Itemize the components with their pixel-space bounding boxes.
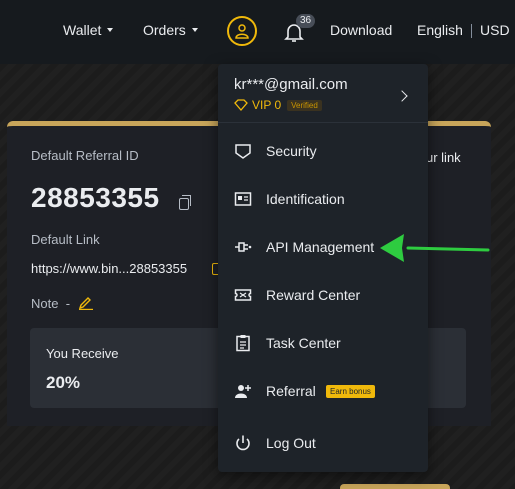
nav-divider: [471, 24, 472, 38]
download-label: Download: [330, 22, 393, 38]
menu-item-label: Referral: [266, 383, 316, 399]
note-label: Note -: [31, 296, 71, 311]
currency-selector[interactable]: USD: [480, 22, 510, 38]
copy-id-icon[interactable]: [179, 195, 191, 210]
top-nav-bar: Wallet Orders 36 Download English USD: [0, 0, 515, 64]
orders-label: Orders: [143, 22, 186, 38]
wallet-menu[interactable]: Wallet: [63, 22, 114, 38]
note-value: -: [65, 296, 71, 311]
orders-menu[interactable]: Orders: [143, 22, 198, 38]
currency-label: USD: [480, 22, 510, 38]
menu-item-task-center[interactable]: Task Center: [218, 323, 428, 363]
account-email: kr***@gmail.com: [234, 76, 348, 93]
menu-item-identification[interactable]: Identification: [218, 179, 428, 219]
default-referral-id-label: Default Referral ID: [31, 148, 139, 163]
wallet-label: Wallet: [63, 22, 102, 38]
menu-item-reward-center[interactable]: Reward Center: [218, 275, 428, 315]
user-avatar-button[interactable]: [227, 16, 257, 46]
menu-item-security[interactable]: Security: [218, 131, 428, 171]
notification-badge: 36: [296, 14, 316, 28]
annotation-arrow-icon: [380, 234, 490, 262]
power-icon: [236, 435, 250, 451]
default-link-label: Default Link: [31, 232, 100, 247]
menu-item-log-out[interactable]: Log Out: [218, 423, 428, 463]
menu-item-label: Reward Center: [266, 287, 361, 303]
id-card-icon: [234, 192, 252, 206]
you-receive-value: 20%: [46, 373, 81, 392]
menu-item-label: Log Out: [266, 435, 316, 451]
language-selector[interactable]: English: [417, 22, 463, 38]
you-receive-label: You Receive: [46, 346, 119, 361]
language-label: English: [417, 22, 463, 38]
clipboard-icon: [236, 335, 250, 352]
default-link-value: https://www.bin...28853355: [31, 261, 188, 276]
add-user-icon: [235, 385, 251, 398]
api-plug-icon: [235, 242, 252, 252]
your-link-label[interactable]: ur link: [426, 150, 461, 165]
caret-down-icon: [107, 28, 114, 32]
earn-bonus-badge: Earn bonus: [326, 384, 375, 398]
security-icon: [235, 144, 251, 159]
vip-status: VIP 0 Verified: [234, 98, 322, 112]
menu-divider: [218, 122, 428, 123]
bottom-action-button[interactable]: [340, 484, 450, 489]
referral-id-value: 28853355: [31, 182, 160, 213]
menu-item-label: API Management: [266, 239, 375, 255]
caret-down-icon: [191, 28, 198, 32]
diamond-icon: [234, 99, 248, 111]
user-icon: [235, 24, 249, 39]
chevron-right-icon[interactable]: [396, 90, 408, 102]
menu-item-label: Task Center: [266, 335, 341, 351]
vip-level: VIP 0: [252, 98, 282, 112]
menu-item-referral[interactable]: Referral Earn bonus: [218, 371, 428, 411]
verified-badge: Verified: [287, 99, 322, 111]
download-link[interactable]: Download: [330, 22, 392, 38]
menu-item-label: Identification: [266, 191, 345, 207]
edit-note-icon[interactable]: [77, 294, 95, 310]
ticket-icon: [234, 289, 252, 301]
menu-item-label: Security: [266, 143, 317, 159]
